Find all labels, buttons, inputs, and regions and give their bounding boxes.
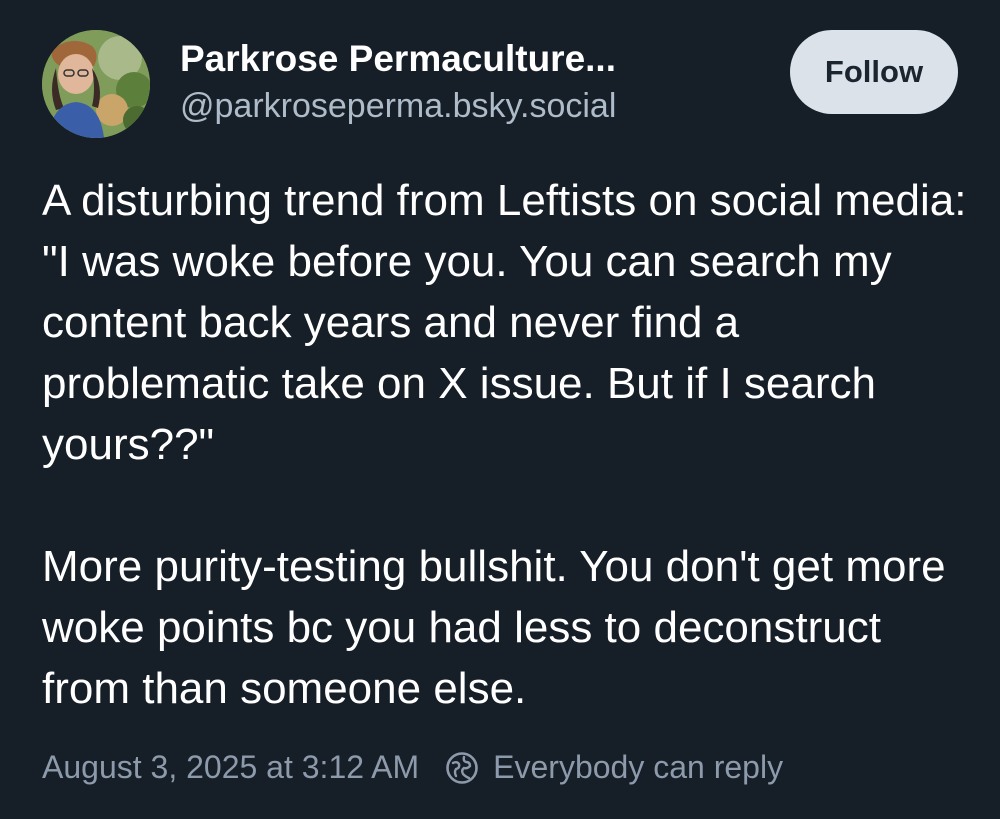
avatar[interactable] <box>42 30 150 138</box>
post-paragraph: More purity-testing bullshit. You don't … <box>42 542 946 713</box>
author-handle[interactable]: @parkroseperma.bsky.social <box>180 84 740 128</box>
reply-setting[interactable]: Everybody can reply <box>445 749 783 786</box>
avatar-photo <box>42 30 150 138</box>
reply-setting-label: Everybody can reply <box>493 749 784 785</box>
post-header: Parkrose Permaculture... @parkroseperma.… <box>42 30 958 140</box>
post-footer: August 3, 2025 at 3:12 AM Everybody can … <box>42 749 783 786</box>
post-timestamp[interactable]: August 3, 2025 at 3:12 AM <box>42 749 419 786</box>
author-display-name[interactable]: Parkrose Permaculture... <box>180 36 740 82</box>
follow-button[interactable]: Follow <box>790 30 958 114</box>
post-text: A disturbing trend from Leftists on soci… <box>42 170 972 719</box>
globe-reply-icon <box>446 751 478 784</box>
post-card: Parkrose Permaculture... @parkroseperma.… <box>0 0 1000 819</box>
author-info[interactable]: Parkrose Permaculture... @parkroseperma.… <box>180 36 740 128</box>
post-paragraph: A disturbing trend from Leftists on soci… <box>42 176 967 469</box>
